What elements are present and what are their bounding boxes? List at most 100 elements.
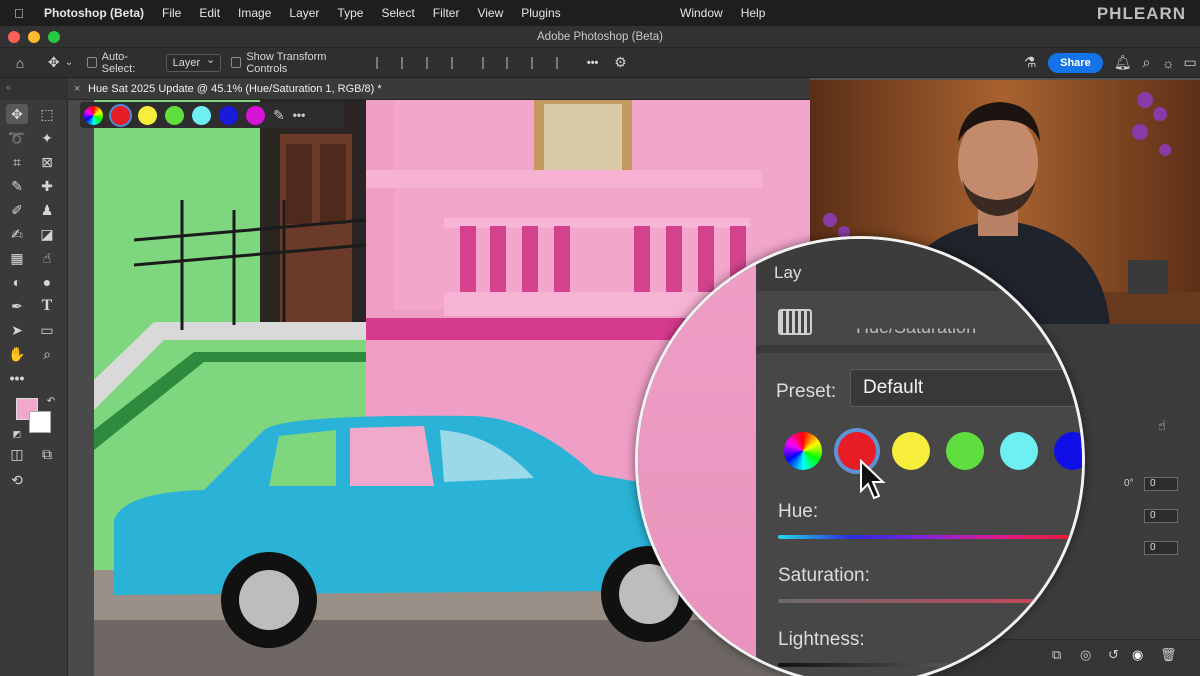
- master-color-swatch[interactable]: [84, 105, 103, 125]
- stamp-tool-icon[interactable]: ♟: [36, 200, 58, 220]
- align-right-icon[interactable]: [425, 56, 439, 69]
- align-top-icon[interactable]: [481, 56, 495, 69]
- gradient-tool-icon[interactable]: ▦: [6, 248, 28, 268]
- align-center-icon[interactable]: [401, 56, 414, 69]
- align-left-icon[interactable]: [376, 56, 389, 69]
- color-bar-more-button[interactable]: •••: [293, 108, 306, 122]
- pen-tool-icon[interactable]: ✒: [6, 296, 28, 316]
- eyedropper-tool-icon[interactable]: ✎: [6, 176, 28, 196]
- eraser-tool-icon[interactable]: ◪: [36, 224, 58, 244]
- dodge-tool-icon[interactable]: ◐: [6, 272, 28, 292]
- document-tab[interactable]: × Hue Sat 2025 Update @ 45.1% (Hue/Satur…: [68, 78, 810, 100]
- menu-image[interactable]: Image: [238, 6, 271, 20]
- red-swatch[interactable]: [111, 105, 130, 125]
- auto-select-dropdown[interactable]: Layer: [165, 53, 222, 72]
- lightbulb-icon[interactable]: ☼: [1158, 52, 1178, 74]
- blue-swatch[interactable]: [219, 105, 238, 125]
- distribute-vertical-icon[interactable]: [556, 56, 569, 69]
- master-color-circle[interactable]: [784, 432, 822, 470]
- align-middle-icon[interactable]: [506, 56, 519, 69]
- menu-help[interactable]: Help: [741, 6, 766, 20]
- lightness-value-field[interactable]: 0: [1144, 541, 1178, 555]
- yellow-color-circle[interactable]: [892, 432, 930, 470]
- move-tool-preset-icon[interactable]: ✥: [44, 52, 64, 74]
- distribute-icon[interactable]: [450, 56, 464, 69]
- share-button[interactable]: Share: [1048, 52, 1103, 73]
- green-color-circle[interactable]: [946, 432, 984, 470]
- options-bar: ⌂ ✥ ⌄ Auto-Select: Layer Show Transform …: [0, 48, 1200, 78]
- crop-tool-icon[interactable]: ⌗: [6, 152, 28, 172]
- generative-icon[interactable]: ⟲: [6, 470, 28, 490]
- menu-plugins[interactable]: Plugins: [521, 6, 560, 20]
- target-adjust-icon[interactable]: ☝: [1158, 418, 1166, 434]
- smudge-tool-icon[interactable]: ☝: [36, 248, 58, 268]
- visibility-eye-icon[interactable]: ◉: [1132, 647, 1143, 663]
- minimize-window-button[interactable]: [28, 31, 40, 43]
- cyan-color-circle[interactable]: [1000, 432, 1038, 470]
- lasso-tool-icon[interactable]: ➰: [6, 128, 28, 148]
- menu-select[interactable]: Select: [381, 6, 414, 20]
- yellow-swatch[interactable]: [138, 105, 157, 125]
- frame-tool-icon[interactable]: ⊠: [36, 152, 58, 172]
- zoom-window-button[interactable]: [48, 31, 60, 43]
- saturation-slider[interactable]: [778, 599, 1078, 603]
- show-transform-checkbox[interactable]: [231, 57, 242, 68]
- green-swatch[interactable]: [165, 105, 184, 125]
- flask-icon[interactable]: ⚗: [1020, 52, 1040, 74]
- blue-color-circle[interactable]: [1054, 432, 1082, 470]
- marquee-tool-icon[interactable]: ⬚: [36, 104, 58, 124]
- healing-brush-icon[interactable]: ✚: [36, 176, 58, 196]
- adjustment-title-partial: Hue/Saturation: [856, 317, 977, 337]
- hue-slider[interactable]: [778, 535, 1078, 539]
- home-icon[interactable]: ⌂: [10, 52, 30, 74]
- search-icon[interactable]: ⌕: [1137, 52, 1157, 74]
- align-bottom-icon[interactable]: [531, 56, 544, 69]
- menu-app-name[interactable]: Photoshop (Beta): [44, 6, 144, 20]
- rectangle-tool-icon[interactable]: ▭: [36, 320, 58, 340]
- hue-value-field[interactable]: 0: [1144, 477, 1178, 491]
- workspace-icon[interactable]: ▭: [1180, 52, 1200, 74]
- preset-dropdown[interactable]: Default: [850, 369, 1082, 407]
- gear-icon[interactable]: ⚙: [610, 52, 630, 74]
- magnified-pink-wall: [638, 239, 756, 676]
- magic-wand-tool-icon[interactable]: ✦: [36, 128, 58, 148]
- type-tool-icon[interactable]: T: [36, 296, 58, 316]
- toolbar-collapse-strip[interactable]: «: [0, 78, 68, 100]
- menu-view[interactable]: View: [477, 6, 503, 20]
- brush-tool-icon[interactable]: ✐: [6, 200, 28, 220]
- menu-type[interactable]: Type: [337, 6, 363, 20]
- zoom-tool-icon[interactable]: ⌕: [36, 344, 58, 364]
- move-tool-icon[interactable]: ✥: [6, 104, 28, 124]
- history-brush-icon[interactable]: ✍: [6, 224, 28, 244]
- path-select-icon[interactable]: ➤: [6, 320, 28, 340]
- bell-icon[interactable]: 🔔︎: [1113, 52, 1133, 74]
- background-color-swatch[interactable]: [29, 411, 51, 433]
- menu-filter[interactable]: Filter: [433, 6, 460, 20]
- layers-tab-partial[interactable]: Lay: [774, 263, 801, 283]
- screen-mode-icon[interactable]: ⧉: [36, 444, 58, 464]
- reset-icon[interactable]: ↺: [1108, 647, 1119, 663]
- close-window-button[interactable]: [8, 31, 20, 43]
- eyedropper-icon[interactable]: ✎: [273, 107, 285, 124]
- edit-toolbar-button[interactable]: •••: [6, 368, 28, 388]
- menu-window[interactable]: Window: [680, 6, 723, 20]
- saturation-value-field[interactable]: 0: [1144, 509, 1178, 523]
- magenta-swatch[interactable]: [246, 105, 265, 125]
- sponge-tool-icon[interactable]: ●: [36, 272, 58, 292]
- swap-colors-icon[interactable]: ↶: [40, 392, 62, 412]
- more-options-button[interactable]: •••: [587, 57, 599, 69]
- apple-icon[interactable]: : [14, 6, 32, 21]
- close-tab-icon[interactable]: ×: [74, 78, 80, 100]
- menu-edit[interactable]: Edit: [199, 6, 220, 20]
- auto-select-checkbox[interactable]: [86, 57, 97, 68]
- chevron-down-icon[interactable]: ⌄: [64, 52, 75, 74]
- quick-mask-icon[interactable]: ◫: [6, 444, 28, 464]
- lightness-slider[interactable]: [778, 663, 1078, 667]
- menu-layer[interactable]: Layer: [289, 6, 319, 20]
- default-colors-icon[interactable]: ◩: [6, 424, 28, 444]
- menu-file[interactable]: File: [162, 6, 181, 20]
- hand-tool-icon[interactable]: ✋: [6, 344, 28, 364]
- trash-icon[interactable]: 🗑︎: [1160, 647, 1177, 663]
- preset-label: Preset:: [776, 381, 837, 402]
- cyan-swatch[interactable]: [192, 105, 211, 125]
